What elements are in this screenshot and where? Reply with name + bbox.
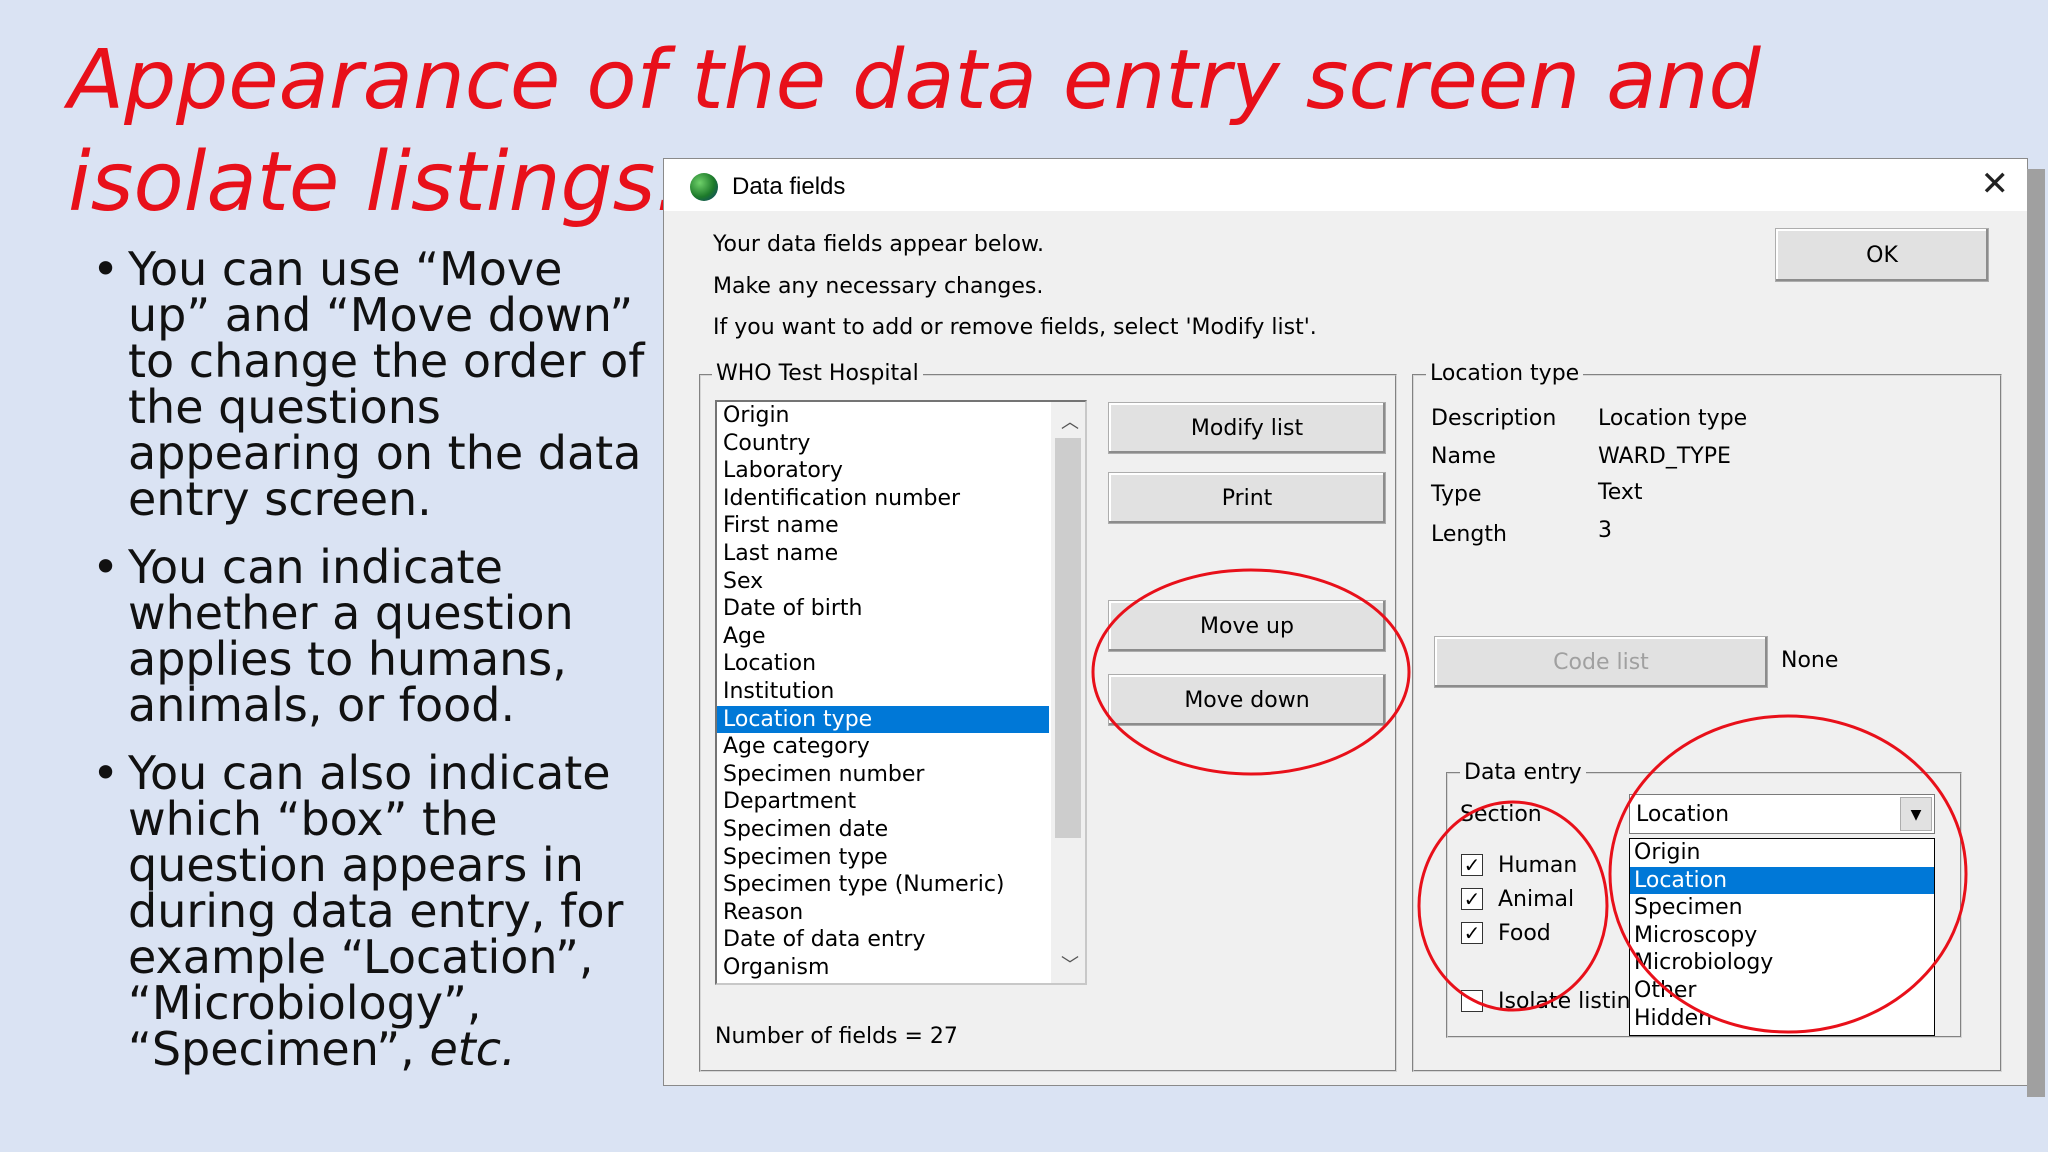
list-item[interactable]: Location (717, 650, 1049, 678)
close-icon[interactable]: ✕ (1981, 167, 2010, 201)
list-item[interactable]: Date of data entry (717, 926, 1049, 954)
bullet-list: • You can use “Move up” and “Move down” t… (88, 246, 648, 1094)
section-combobox-value: Location (1636, 802, 1730, 827)
list-item[interactable]: Reason (717, 899, 1049, 927)
fields-list[interactable]: Origin Country Laboratory Identification nu… (717, 402, 1049, 981)
bullet-dot-icon: • (92, 242, 120, 296)
food-label: Food (1498, 921, 1551, 946)
dropdown-option[interactable]: Hidden (1630, 1005, 1934, 1033)
human-label: Human (1498, 853, 1578, 878)
dialog-shadow (2027, 169, 2045, 1097)
move-down-button[interactable]: Move down (1108, 674, 1386, 726)
bullet-item: • You can also indicate which “box” the q… (88, 750, 648, 1072)
list-item[interactable]: Age (717, 623, 1049, 651)
list-item[interactable]: Origin (717, 402, 1049, 430)
bullet-item: • You can use “Move up” and “Move down” t… (88, 246, 648, 522)
list-item[interactable]: Date of birth (717, 595, 1049, 623)
globe-icon (690, 173, 718, 201)
modify-list-button[interactable]: Modify list (1108, 402, 1386, 454)
bullet-emphasis: etc. (429, 1022, 516, 1076)
bullet-item: • You can indicate whether a question app… (88, 544, 648, 728)
code-list-value: None (1781, 648, 1839, 673)
dialog-title: Data fields (732, 173, 846, 200)
dropdown-option[interactable]: Origin (1630, 839, 1934, 867)
detail-label-name: Name (1431, 444, 1496, 469)
field-count: Number of fields = 27 (715, 1024, 958, 1049)
detail-label-length: Length (1431, 522, 1507, 547)
food-checkbox[interactable]: ✓ (1461, 922, 1483, 944)
intro-line-1: Your data fields appear below. (713, 232, 1044, 257)
list-item[interactable]: Institution (717, 678, 1049, 706)
detail-value-name: WARD_TYPE (1598, 444, 1731, 469)
dropdown-option[interactable]: Other (1630, 977, 1934, 1005)
list-item[interactable]: Age category (717, 733, 1049, 761)
scroll-thumb[interactable] (1055, 438, 1081, 838)
code-list-button[interactable]: Code list (1434, 636, 1768, 688)
list-item[interactable]: Location type (717, 705, 1049, 734)
list-item[interactable]: Specimen type (717, 844, 1049, 872)
list-item[interactable]: Laboratory (717, 457, 1049, 485)
bullet-text: You can use “Move up” and “Move down” to… (128, 242, 645, 526)
dropdown-arrow-icon[interactable]: ▼ (1900, 797, 1932, 831)
detail-value-description: Location type (1598, 406, 1748, 431)
detail-value-type: Text (1598, 480, 1643, 505)
data-entry-group-label: Data entry (1460, 760, 1586, 785)
animal-checkbox[interactable]: ✓ (1461, 888, 1483, 910)
list-item[interactable]: Department (717, 788, 1049, 816)
list-item[interactable]: Organism (717, 954, 1049, 982)
chevron-up-icon[interactable]: ︿ (1061, 408, 1079, 434)
human-checkbox[interactable]: ✓ (1461, 854, 1483, 876)
ok-button[interactable]: OK (1775, 228, 1989, 282)
dropdown-option[interactable]: Location (1630, 866, 1934, 895)
dropdown-option[interactable]: Microscopy (1630, 922, 1934, 950)
details-group-label: Location type (1426, 361, 1584, 386)
list-item[interactable]: Country (717, 430, 1049, 458)
bullet-dot-icon: • (92, 540, 120, 594)
dropdown-option[interactable]: Specimen (1630, 894, 1934, 922)
detail-label-type: Type (1431, 482, 1482, 507)
bullet-dot-icon: • (92, 746, 120, 800)
dropdown-option[interactable]: Microbiology (1630, 949, 1934, 977)
intro-line-3: If you want to add or remove fields, sel… (713, 315, 1317, 340)
bullet-text: You can indicate whether a question appl… (128, 540, 574, 732)
list-item[interactable]: Last name (717, 540, 1049, 568)
list-item[interactable]: Specimen number (717, 761, 1049, 789)
chevron-down-icon[interactable]: ﹀ (1061, 951, 1079, 977)
move-up-button[interactable]: Move up (1108, 600, 1386, 652)
list-item[interactable]: Specimen date (717, 816, 1049, 844)
print-button[interactable]: Print (1108, 472, 1386, 524)
fields-listbox[interactable]: Origin Country Laboratory Identification nu… (715, 400, 1087, 985)
section-combobox[interactable]: Location ▼ (1629, 794, 1935, 834)
fields-group-label: WHO Test Hospital (712, 361, 923, 386)
dialog-titlebar[interactable]: Data fields ✕ (664, 159, 2027, 211)
list-item[interactable]: Sex (717, 568, 1049, 596)
section-label: Section (1460, 802, 1542, 827)
animal-label: Animal (1498, 887, 1575, 912)
bullet-text: You can also indicate which “box” the qu… (128, 746, 624, 1076)
detail-label-description: Description (1431, 406, 1557, 431)
section-dropdown-list[interactable]: Origin Location Specimen Microscopy Microbio… (1629, 838, 1935, 1036)
isolate-listing-label: Isolate listing (1498, 989, 1645, 1014)
intro-line-2: Make any necessary changes. (713, 274, 1044, 299)
listbox-scrollbar[interactable]: ︿ ﹀ (1051, 402, 1085, 983)
list-item[interactable]: First name (717, 512, 1049, 540)
detail-value-length: 3 (1598, 518, 1612, 543)
list-item[interactable]: Specimen type (Numeric) (717, 871, 1049, 899)
list-item[interactable]: Identification number (717, 485, 1049, 513)
isolate-listing-checkbox[interactable] (1461, 990, 1483, 1012)
